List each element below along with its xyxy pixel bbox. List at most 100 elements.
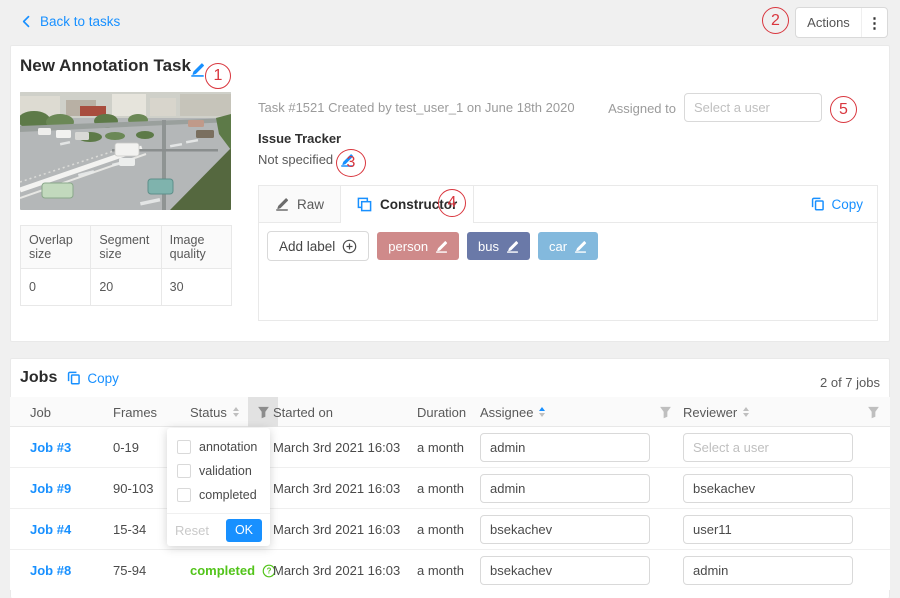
column-duration-label: Duration [417,405,466,420]
param-header-overlap: Overlap size [21,226,91,269]
tabbar-filler: Copy [474,186,877,223]
task-params-table: Overlap size Segment size Image quality … [20,225,232,306]
label-chip-bus-text: bus [478,239,499,254]
filter-option-validation[interactable]: validation [167,459,270,483]
reviewer-sort-icon[interactable] [743,407,749,417]
jobs-copy-label: Copy [87,371,119,386]
assignee-input[interactable] [480,474,650,503]
param-value-quality: 30 [161,269,231,306]
filter-option-completed[interactable]: completed [167,483,270,507]
column-reviewer[interactable]: Reviewer [683,397,749,427]
filter-option-annotation[interactable]: annotation [167,435,270,459]
started-cell: March 3rd 2021 16:03 [273,427,400,468]
label-chip-car[interactable]: car [538,232,598,260]
completed-option-label: completed [199,488,257,502]
param-value-overlap: 0 [21,269,91,306]
add-label-text: Add label [279,239,335,254]
column-started-on: Started on [273,397,333,427]
assigned-to-input[interactable] [684,93,822,122]
param-header-segment: Segment size [91,226,161,269]
column-status-label: Status [190,405,227,420]
assignee-input[interactable] [480,515,650,544]
status-completed-text: completed [190,563,255,578]
filter-ok-button[interactable]: OK [226,519,262,542]
annotation-mark-1: 1 [205,63,231,89]
started-cell: March 3rd 2021 16:03 [273,550,400,591]
frames-cell: 90-103 [113,468,153,509]
column-frames-label: Frames [113,405,157,420]
chevron-left-icon [20,15,33,28]
plus-circle-icon [342,239,357,254]
reviewer-input[interactable] [683,433,853,462]
actions-button[interactable]: Actions ⋮ [795,7,888,38]
task-title: New Annotation Task [20,56,191,76]
task-preview-image [20,92,231,210]
job-row: Job #4 15-34 March 3rd 2021 16:03 a mont… [10,509,890,550]
param-header-quality: Image quality [161,226,231,269]
column-assignee-label: Assignee [480,405,533,420]
labels-copy-button[interactable]: Copy [811,197,863,212]
completed-checkbox[interactable] [177,488,191,502]
labels-row: Add label person bus car [259,223,877,269]
edit-label-icon[interactable] [435,240,448,253]
labels-panel: Raw Constructor Copy Add label person bu… [258,185,878,321]
job-3-link[interactable]: Job #3 [30,440,71,455]
status-sort-icon[interactable] [233,407,239,417]
frames-cell: 0-19 [113,427,139,468]
job-8-link[interactable]: Job #8 [30,563,71,578]
traffic-scene-thumbnail [20,92,231,210]
annotation-mark-5: 5 [830,96,857,123]
validation-checkbox[interactable] [177,464,191,478]
reviewer-input[interactable] [683,556,853,585]
column-reviewer-label: Reviewer [683,405,737,420]
assignee-filter-button[interactable] [650,397,680,427]
job-4-link[interactable]: Job #4 [30,522,71,537]
jobs-copy-button[interactable]: Copy [67,371,119,386]
assignee-input[interactable] [480,556,650,585]
edit-label-icon[interactable] [506,240,519,253]
column-job-label: Job [30,405,51,420]
annotation-checkbox[interactable] [177,440,191,454]
frames-cell: 15-34 [113,509,146,550]
label-chip-person[interactable]: person [377,232,459,260]
column-started-label: Started on [273,405,333,420]
duration-cell: a month [417,550,464,591]
edit-label-icon[interactable] [574,240,587,253]
validation-option-label: validation [199,464,252,478]
jobs-title: Jobs [20,369,57,387]
duration-cell: a month [417,468,464,509]
job-row: Job #9 90-103 March 3rd 2021 16:03 a mon… [10,468,890,509]
jobs-table-header: Job Frames Status Started on Duration As… [10,397,890,427]
label-chip-person-text: person [388,239,428,254]
column-assignee[interactable]: Assignee [480,397,545,427]
kebab-menu-icon[interactable]: ⋮ [861,8,887,37]
tab-raw[interactable]: Raw [259,186,341,223]
actions-button-label: Actions [796,15,861,30]
back-to-tasks-label: Back to tasks [40,14,120,29]
edit-task-name-icon[interactable] [190,62,205,77]
column-duration: Duration [417,397,466,427]
labels-copy-label: Copy [831,197,863,212]
back-to-tasks-link[interactable]: Back to tasks [20,14,120,29]
status-cell: completed ? [190,550,276,591]
task-meta-text: Task #1521 Created by test_user_1 on Jun… [258,100,575,115]
column-frames[interactable]: Frames [113,397,157,427]
column-job[interactable]: Job [30,397,51,427]
status-filter-dropdown: annotation validation completed Reset OK [167,428,270,546]
job-9-link[interactable]: Job #9 [30,481,71,496]
annotation-option-label: annotation [199,440,257,454]
filter-reset-button[interactable]: Reset [175,523,209,538]
assignee-input[interactable] [480,433,650,462]
add-label-button[interactable]: Add label [267,231,369,261]
issue-tracker-label: Issue Tracker [258,131,341,146]
reviewer-input[interactable] [683,515,853,544]
annotation-mark-2: 2 [762,7,789,34]
duration-cell: a month [417,427,464,468]
job-row: Job #8 75-94 completed ? March 3rd 2021 … [10,550,890,590]
reviewer-filter-button[interactable] [858,397,888,427]
assignee-sort-icon[interactable] [539,407,545,417]
label-chip-bus[interactable]: bus [467,232,530,260]
reviewer-input[interactable] [683,474,853,503]
param-value-segment: 20 [91,269,161,306]
column-status[interactable]: Status [190,397,239,427]
